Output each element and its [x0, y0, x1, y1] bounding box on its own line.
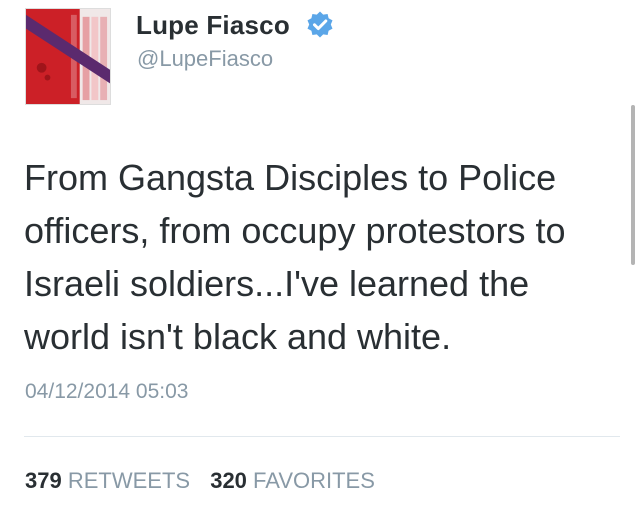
retweets-stat[interactable]: 379 RETWEETS — [25, 468, 190, 494]
scrollbar[interactable] — [631, 105, 635, 265]
favorites-label: FAVORITES — [253, 468, 375, 493]
favorites-stat[interactable]: 320 FAVORITES — [210, 468, 375, 494]
avatar[interactable] — [25, 8, 111, 105]
tweet-stats: 379 RETWEETS 320 FAVORITES — [25, 468, 389, 494]
retweets-count: 379 — [25, 468, 62, 493]
retweets-label: RETWEETS — [67, 468, 191, 493]
verified-badge-icon — [307, 11, 333, 38]
author-handle[interactable]: @LupeFiasco — [137, 46, 273, 72]
avatar-image — [26, 9, 110, 104]
favorites-count: 320 — [210, 468, 247, 493]
divider — [24, 436, 620, 437]
author-name[interactable]: Lupe Fiasco — [136, 10, 290, 41]
tweet-timestamp: 04/12/2014 05:03 — [25, 380, 189, 403]
tweet-text: From Gangsta Disciples to Police officer… — [24, 157, 566, 357]
